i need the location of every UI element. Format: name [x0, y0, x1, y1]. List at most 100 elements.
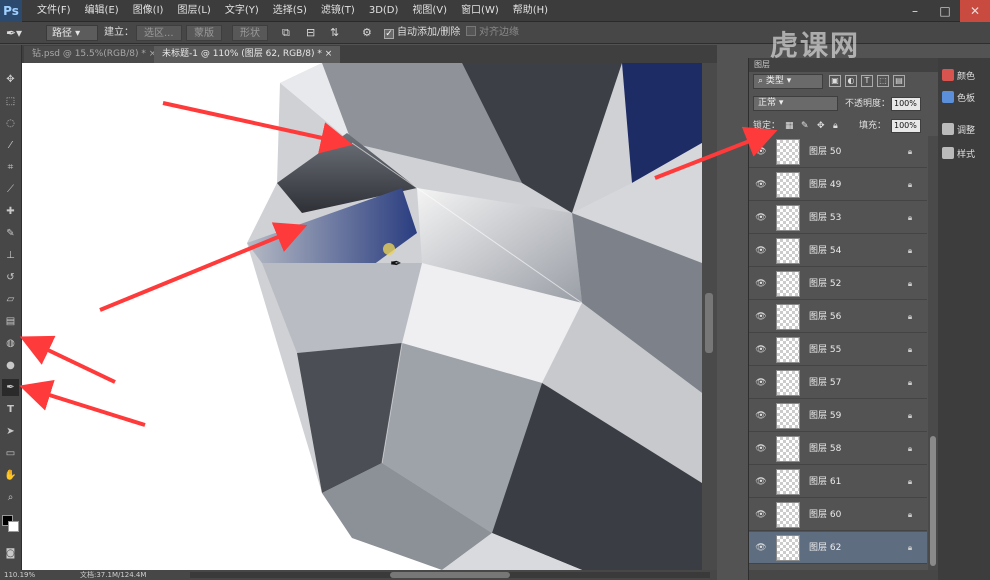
- shape-button[interactable]: 形状: [232, 25, 268, 41]
- menu-item[interactable]: 图层(L): [170, 0, 217, 22]
- mode-select[interactable]: 路径 ▾: [46, 25, 98, 41]
- history-brush-tool-icon[interactable]: ↺: [2, 269, 19, 286]
- path-arrangement-icon[interactable]: ⇅: [330, 25, 339, 41]
- visibility-eye-icon[interactable]: 👁︎: [755, 245, 767, 257]
- layer-row[interactable]: 👁︎ 图层 49 🔒︎: [749, 169, 927, 201]
- healing-brush-tool-icon[interactable]: ✚: [2, 203, 19, 220]
- dock-item-adjustments[interactable]: 调整: [942, 122, 975, 140]
- visibility-eye-icon[interactable]: 👁︎: [755, 443, 767, 455]
- visibility-eye-icon[interactable]: 👁︎: [755, 311, 767, 323]
- layer-row[interactable]: 👁︎ 图层 61 🔒︎: [749, 466, 927, 498]
- crop-tool-icon[interactable]: ⌗: [2, 159, 19, 176]
- blur-tool-icon[interactable]: ◍: [2, 335, 19, 352]
- align-edges-checkbox[interactable]: 对齐边缘: [466, 25, 519, 41]
- type-tool-icon[interactable]: T: [2, 401, 19, 418]
- visibility-eye-icon[interactable]: 👁︎: [755, 410, 767, 422]
- layer-row[interactable]: 👁︎ 图层 50 🔒︎: [749, 136, 927, 168]
- dock-item-swatches[interactable]: 色板: [942, 90, 975, 108]
- menu-item[interactable]: 文字(Y): [218, 0, 266, 22]
- pixel-filter-icon[interactable]: ▣: [829, 75, 841, 87]
- menu-item[interactable]: 视图(V): [405, 0, 454, 22]
- mask-button[interactable]: 蒙版: [186, 25, 222, 41]
- tab-untitled-1[interactable]: 未标题-1 @ 110% (图层 62, RGB/8) * ×: [154, 46, 341, 63]
- layer-row[interactable]: 👁︎ 图层 54 🔒︎: [749, 235, 927, 267]
- adjustment-filter-icon[interactable]: ◐: [845, 75, 857, 87]
- visibility-eye-icon[interactable]: 👁︎: [755, 344, 767, 356]
- hand-tool-icon[interactable]: ✋: [2, 467, 19, 484]
- layer-filter-select[interactable]: ⌕ 类型 ▾: [753, 74, 823, 89]
- opacity-input[interactable]: 100%: [891, 97, 921, 111]
- layer-row[interactable]: 👁︎ 图层 62 🔒︎: [749, 532, 927, 564]
- minimize-icon[interactable]: –: [900, 0, 930, 22]
- canvas-vertical-scrollbar[interactable]: [702, 63, 717, 570]
- layer-row[interactable]: 👁︎ 图层 59 🔒︎: [749, 400, 927, 432]
- rectangle-tool-icon[interactable]: ▭: [2, 445, 19, 462]
- menu-item[interactable]: 编辑(E): [78, 0, 126, 22]
- visibility-eye-icon[interactable]: 👁︎: [755, 179, 767, 191]
- blend-mode-select[interactable]: 正常 ▾: [753, 96, 838, 111]
- gear-icon[interactable]: ⚙: [362, 25, 372, 41]
- pen-tool-preset-icon[interactable]: ✒▾: [6, 25, 22, 41]
- selection-button[interactable]: 选区...: [136, 25, 182, 41]
- clone-stamp-tool-icon[interactable]: ⊥: [2, 247, 19, 264]
- background-color-swatch[interactable]: [8, 521, 19, 532]
- scroll-thumb[interactable]: [705, 293, 713, 353]
- smart-object-filter-icon[interactable]: ▤: [893, 75, 905, 87]
- fill-input[interactable]: 100%: [891, 119, 921, 133]
- layer-row[interactable]: 👁︎ 图层 53 🔒︎: [749, 202, 927, 234]
- canvas-horizontal-scrollbar[interactable]: [190, 572, 710, 578]
- dodge-tool-icon[interactable]: ●: [2, 357, 19, 374]
- quick-selection-tool-icon[interactable]: ⁄: [2, 137, 19, 154]
- layer-row[interactable]: 👁︎ 图层 58 🔒︎: [749, 433, 927, 465]
- eraser-tool-icon[interactable]: ▱: [2, 291, 19, 308]
- dock-item-color[interactable]: 颜色: [942, 68, 975, 86]
- close-icon[interactable]: ✕: [960, 0, 990, 22]
- pen-tool-icon[interactable]: ✒: [2, 379, 19, 396]
- scroll-thumb[interactable]: [390, 572, 510, 578]
- visibility-eye-icon[interactable]: 👁︎: [755, 542, 767, 554]
- menu-item[interactable]: 3D(D): [362, 0, 406, 22]
- layer-row[interactable]: 👁︎ 图层 57 🔒︎: [749, 367, 927, 399]
- quick-mask-icon[interactable]: ◙: [2, 545, 19, 562]
- auto-add-delete-checkbox[interactable]: ✓ 自动添加/删除: [384, 25, 460, 41]
- visibility-eye-icon[interactable]: 👁︎: [755, 146, 767, 158]
- visibility-eye-icon[interactable]: 👁︎: [755, 476, 767, 488]
- lock-image-pixels-icon[interactable]: ✎: [801, 118, 809, 134]
- menu-item[interactable]: 窗口(W): [454, 0, 506, 22]
- lasso-tool-icon[interactable]: ◌: [2, 115, 19, 132]
- lock-position-icon[interactable]: ✥: [817, 118, 825, 134]
- gradient-tool-icon[interactable]: ▤: [2, 313, 19, 330]
- layer-row[interactable]: 👁︎ 图层 52 🔒︎: [749, 268, 927, 300]
- visibility-eye-icon[interactable]: 👁︎: [755, 278, 767, 290]
- eyedropper-tool-icon[interactable]: ⟋: [2, 181, 19, 198]
- maximize-icon[interactable]: □: [930, 0, 960, 22]
- path-operations-icon[interactable]: ⧉: [282, 25, 290, 41]
- lock-all-icon[interactable]: 🔒︎: [833, 118, 838, 134]
- visibility-eye-icon[interactable]: 👁︎: [755, 212, 767, 224]
- close-tab-icon[interactable]: ×: [325, 49, 333, 59]
- marquee-tool-icon[interactable]: ⬚: [2, 93, 19, 110]
- layer-row[interactable]: 👁︎ 图层 56 🔒︎: [749, 301, 927, 333]
- path-alignment-icon[interactable]: ⊟: [306, 25, 315, 41]
- menu-item[interactable]: 选择(S): [266, 0, 314, 22]
- shape-filter-icon[interactable]: ⬚: [877, 75, 889, 87]
- menu-item[interactable]: 文件(F): [30, 0, 78, 22]
- tab-diamond-psd[interactable]: 钻.psd @ 15.5%(RGB/8) * ×: [24, 46, 165, 63]
- menu-item[interactable]: 帮助(H): [506, 0, 555, 22]
- visibility-eye-icon[interactable]: 👁︎: [755, 377, 767, 389]
- brush-tool-icon[interactable]: ✎: [2, 225, 19, 242]
- menu-item[interactable]: 滤镜(T): [314, 0, 362, 22]
- menu-item[interactable]: 图像(I): [126, 0, 171, 22]
- zoom-tool-icon[interactable]: ⌕: [2, 489, 19, 506]
- type-filter-icon[interactable]: T: [861, 75, 873, 87]
- layer-row[interactable]: 👁︎ 图层 60 🔒︎: [749, 499, 927, 531]
- move-tool-icon[interactable]: ✥: [2, 71, 19, 88]
- lock-transparent-pixels-icon[interactable]: ▦: [785, 118, 794, 134]
- dock-item-styles[interactable]: 样式: [942, 146, 975, 164]
- scroll-thumb[interactable]: [930, 436, 936, 566]
- layers-scrollbar[interactable]: [928, 136, 938, 570]
- layer-row[interactable]: 👁︎ 图层 55 🔒︎: [749, 334, 927, 366]
- visibility-eye-icon[interactable]: 👁︎: [755, 509, 767, 521]
- document-canvas[interactable]: ✒: [22, 63, 702, 570]
- path-selection-tool-icon[interactable]: ➤: [2, 423, 19, 440]
